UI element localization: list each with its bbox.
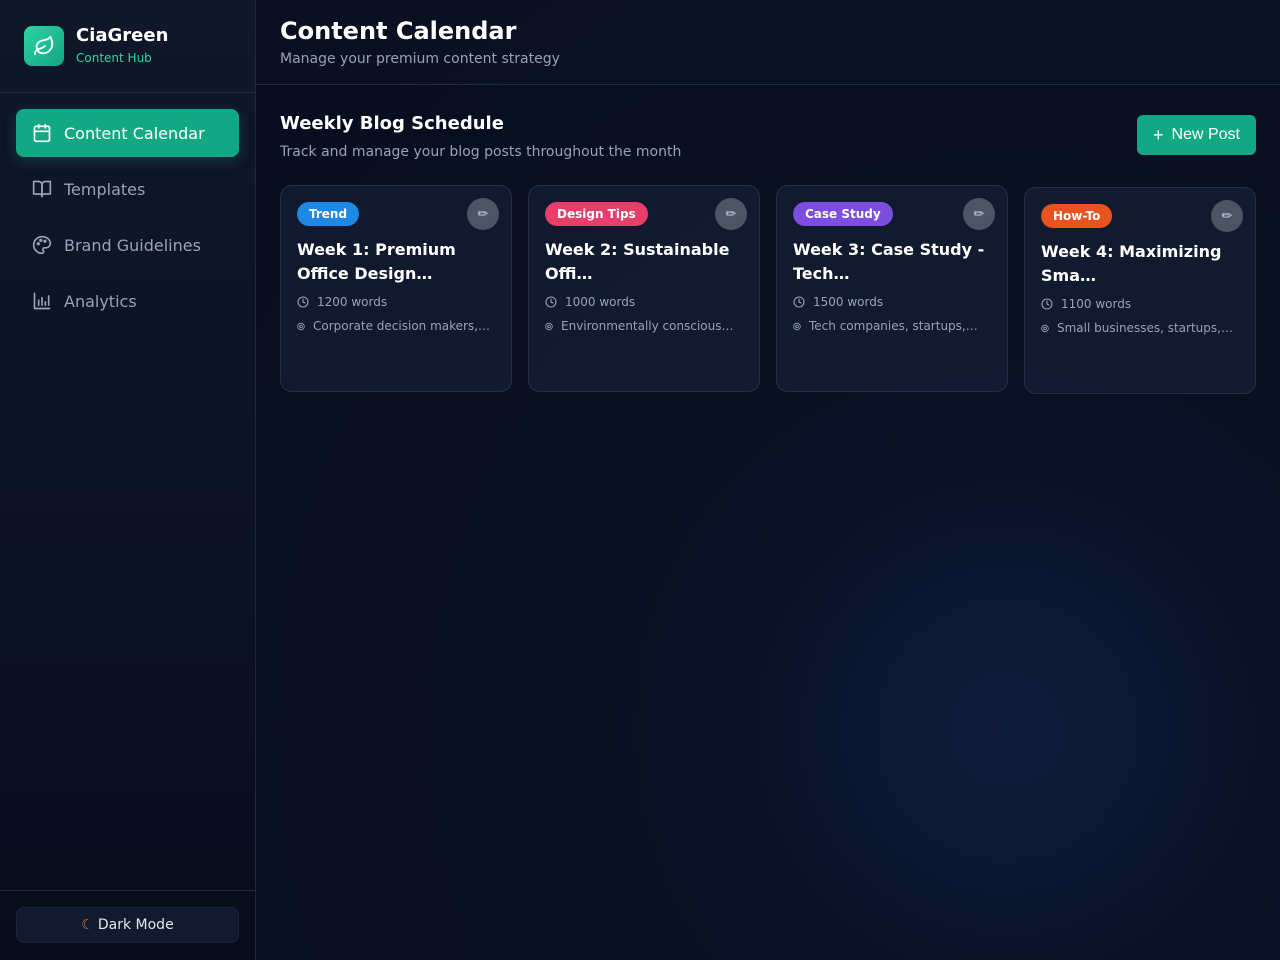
word-count-text: 1100 words [1061, 297, 1132, 311]
word-count: 1000 words [545, 294, 743, 310]
app: CiaGreen Content Hub Content Calendar Te… [0, 0, 1280, 960]
content-area: Weekly Blog Schedule Track and manage yo… [256, 85, 1280, 394]
word-count-text: 1200 words [317, 295, 388, 309]
page-title: Content Calendar [280, 17, 517, 45]
edit-button[interactable]: ✏ [467, 198, 499, 230]
section-subtitle: Track and manage your blog posts through… [280, 144, 682, 160]
audience-text: Corporate decision makers,… [313, 319, 491, 333]
category-tag: Trend [297, 202, 360, 226]
blog-card[interactable]: Case Study ✏ Week 3: Case Study - Tech… … [776, 185, 1008, 392]
sidebar-item-analytics[interactable]: Analytics [16, 277, 239, 325]
sidebar-footer: ☾ Dark Mode [0, 890, 255, 960]
card-title: Week 4: Maximizing Sma… [1041, 242, 1222, 285]
sidebar-item-content-calendar[interactable]: Content Calendar [16, 109, 239, 157]
blog-card[interactable]: How-To ✏ Week 4: Maximizing Sma… 1100 wo… [1024, 187, 1256, 394]
new-post-button[interactable]: + New Post [1137, 115, 1256, 155]
audience-text: Environmentally conscious… [561, 319, 734, 333]
category-tag: Case Study [793, 202, 893, 226]
category-tag: Design Tips [545, 202, 648, 226]
section-title: Weekly Blog Schedule [280, 113, 504, 134]
clock-icon [793, 296, 805, 308]
edit-button[interactable]: ✏ [963, 198, 995, 230]
dark-mode-label: Dark Mode [97, 917, 174, 933]
brand-subtitle: Content Hub [76, 51, 152, 65]
card-title: Week 1: Premium Office Design… [297, 240, 456, 283]
audience-text: Tech companies, startups,… [809, 319, 978, 333]
blog-card[interactable]: Trend ✏ Week 1: Premium Office Design… 1… [280, 185, 512, 392]
main-content: Content Calendar Manage your premium con… [256, 0, 1280, 960]
plus-icon: + [1153, 124, 1164, 145]
bar-chart-icon [32, 291, 52, 311]
audience: Small businesses, startups,… [1041, 320, 1239, 336]
target-icon [545, 322, 553, 330]
sidebar-nav: Content Calendar Templates Brand Guideli… [0, 93, 255, 325]
audience-text: Small businesses, startups,… [1057, 321, 1233, 335]
clock-icon [297, 296, 309, 308]
edit-button[interactable]: ✏ [1211, 200, 1243, 232]
audience: Tech companies, startups,… [793, 318, 991, 334]
category-tag: How-To [1041, 204, 1113, 228]
brand: CiaGreen Content Hub [0, 0, 255, 93]
page-subtitle: Manage your premium content strategy [280, 51, 560, 67]
sidebar: CiaGreen Content Hub Content Calendar Te… [0, 0, 256, 960]
edit-button[interactable]: ✏ [715, 198, 747, 230]
clock-icon [1041, 298, 1053, 310]
audience: Corporate decision makers,… [297, 318, 495, 334]
sidebar-item-label: Analytics [64, 291, 137, 311]
page-header: Content Calendar Manage your premium con… [256, 0, 1280, 85]
word-count-text: 1000 words [565, 295, 636, 309]
new-post-label: New Post [1171, 126, 1240, 143]
sidebar-item-label: Content Calendar [64, 123, 205, 143]
word-count: 1100 words [1041, 296, 1239, 312]
target-icon [297, 322, 305, 330]
leaf-icon [24, 26, 64, 66]
card-title: Week 3: Case Study - Tech… [793, 240, 985, 283]
sidebar-item-templates[interactable]: Templates [16, 165, 239, 213]
brand-name: CiaGreen [76, 25, 169, 46]
target-icon [1041, 324, 1049, 332]
sidebar-item-brand-guidelines[interactable]: Brand Guidelines [16, 221, 239, 269]
pencil-icon: ✏ [725, 206, 737, 222]
sidebar-item-label: Templates [64, 179, 146, 199]
card-title: Week 2: Sustainable Offi… [545, 240, 730, 283]
pencil-icon: ✏ [477, 206, 489, 222]
pencil-icon: ✏ [1221, 208, 1233, 224]
word-count-text: 1500 words [813, 295, 884, 309]
pencil-icon: ✏ [973, 206, 985, 222]
clock-icon [545, 296, 557, 308]
dark-mode-toggle[interactable]: ☾ Dark Mode [16, 907, 239, 943]
word-count: 1500 words [793, 294, 991, 310]
word-count: 1200 words [297, 294, 495, 310]
target-icon [793, 322, 801, 330]
moon-icon: ☾ [81, 917, 94, 933]
blog-card[interactable]: Design Tips ✏ Week 2: Sustainable Offi… … [528, 185, 760, 392]
audience: Environmentally conscious… [545, 318, 743, 334]
blog-card-list: Trend ✏ Week 1: Premium Office Design… 1… [280, 185, 1256, 394]
palette-icon [32, 235, 52, 255]
section-header: Weekly Blog Schedule Track and manage yo… [280, 109, 1256, 185]
sidebar-item-label: Brand Guidelines [64, 235, 201, 255]
calendar-icon [32, 123, 52, 143]
book-icon [32, 179, 52, 199]
